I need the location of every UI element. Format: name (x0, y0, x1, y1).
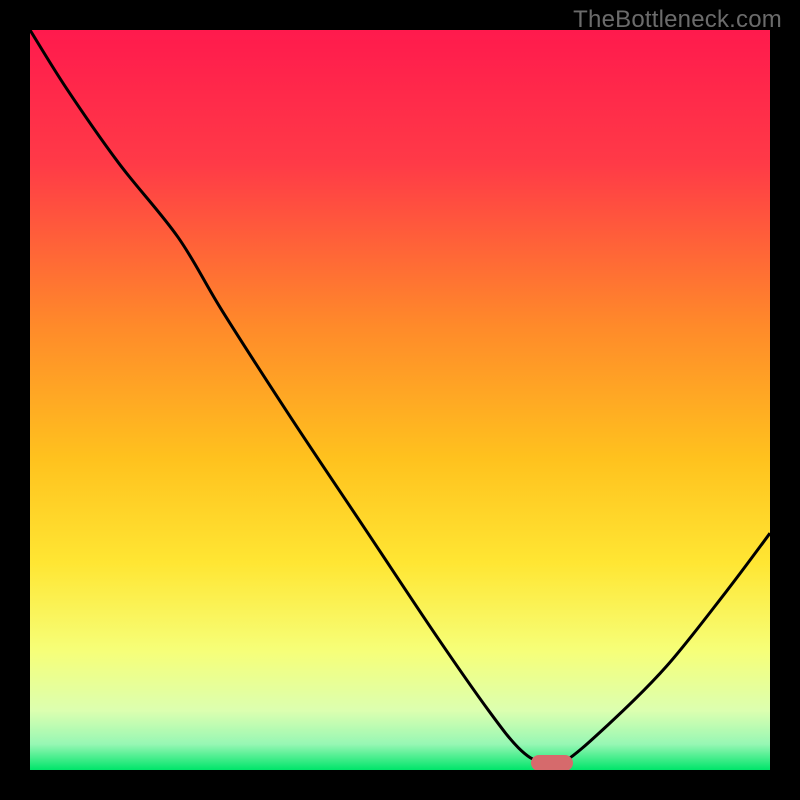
plot-area (30, 30, 770, 770)
bottleneck-curve (30, 30, 770, 770)
curve-path (30, 30, 770, 766)
optimal-marker (531, 755, 573, 770)
outer-frame: TheBottleneck.com (0, 0, 800, 800)
